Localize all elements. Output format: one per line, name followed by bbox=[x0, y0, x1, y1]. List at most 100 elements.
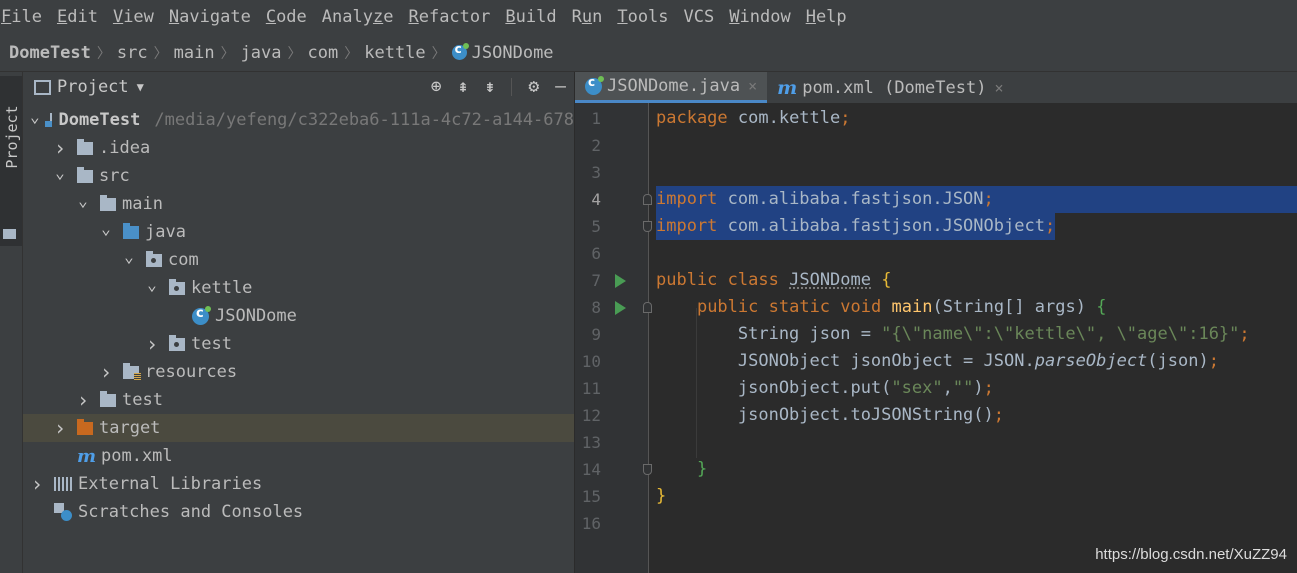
project-tool-tab-label: Project bbox=[3, 105, 21, 169]
fold-icon[interactable] bbox=[643, 221, 652, 232]
hide-icon[interactable]: — bbox=[555, 76, 566, 97]
run-icon[interactable] bbox=[615, 301, 626, 315]
code-text[interactable]: jsonObject.put("sex",""); bbox=[656, 375, 994, 402]
code-line: 12 jsonObject.toJSONString(); bbox=[575, 402, 1297, 429]
project-tool-tab[interactable]: Project bbox=[0, 76, 22, 246]
editor-tab-jsondome-java[interactable]: JSONDome.java × bbox=[575, 72, 768, 103]
menu-navigate[interactable]: Navigate bbox=[169, 7, 251, 27]
chevron-right-icon: 〉 bbox=[96, 45, 111, 62]
close-icon[interactable]: × bbox=[748, 77, 757, 95]
menu-edit[interactable]: Edit bbox=[57, 7, 98, 27]
collapse-all-icon[interactable]: ⇟ bbox=[484, 76, 495, 97]
chevron-down-icon[interactable]: ⌄ bbox=[122, 247, 136, 266]
tree-item-scratches-and-consoles[interactable]: ·Scratches and Consoles bbox=[23, 498, 574, 526]
tree-item-java[interactable]: ⌄ java bbox=[23, 218, 574, 246]
gear-icon[interactable]: ⚙ bbox=[528, 76, 539, 97]
breadcrumb-label: src bbox=[116, 42, 148, 63]
code-text[interactable]: package com.kettle; bbox=[656, 105, 851, 132]
breadcrumb-item[interactable]: JSONDome bbox=[451, 42, 554, 63]
code-text[interactable]: String json = "{\"name\":\"kettle\", \"a… bbox=[656, 321, 1250, 348]
fold-icon[interactable] bbox=[643, 464, 652, 475]
menu-window[interactable]: Window bbox=[729, 7, 790, 27]
tree-item-label: test bbox=[122, 390, 163, 410]
tree-item-kettle[interactable]: ⌄ kettle bbox=[23, 274, 574, 302]
menu-help[interactable]: Help bbox=[806, 7, 847, 27]
breadcrumb-item[interactable]: DomeTest bbox=[9, 43, 91, 63]
code-line: 4 import com.alibaba.fastjson.JSON; bbox=[575, 186, 1297, 213]
code-text[interactable]: } bbox=[656, 483, 666, 510]
menu-file[interactable]: File bbox=[1, 7, 42, 27]
badge-dot bbox=[462, 42, 469, 49]
menu-build[interactable]: Build bbox=[505, 7, 556, 27]
tree-item-main[interactable]: ⌄ main bbox=[23, 190, 574, 218]
code-text[interactable]: jsonObject.toJSONString(); bbox=[656, 402, 1004, 429]
code-text[interactable]: JSONObject jsonObject = JSON.parseObject… bbox=[656, 348, 1219, 375]
fold-icon[interactable] bbox=[643, 302, 652, 313]
tree-item-target[interactable]: › target bbox=[23, 414, 574, 442]
tree-item-test[interactable]: › test bbox=[23, 386, 574, 414]
breadcrumb-label: JSONDome bbox=[471, 42, 554, 63]
chevron-down-icon[interactable]: ⌄ bbox=[99, 219, 113, 238]
chevron-right-icon[interactable]: › bbox=[76, 388, 90, 412]
run-icon[interactable] bbox=[615, 274, 626, 288]
code-text[interactable]: import com.alibaba.fastjson.JSON; bbox=[656, 186, 1297, 213]
chevron-right-icon[interactable]: › bbox=[99, 360, 113, 384]
tree-item-external-libraries[interactable]: › External Libraries bbox=[23, 470, 574, 498]
code-editor[interactable]: https://blog.csdn.net/XuZZ94 1 package co… bbox=[575, 103, 1297, 573]
tree-item-label: pom.xml bbox=[101, 446, 173, 466]
breadcrumb-item[interactable]: java bbox=[241, 43, 282, 63]
tree-item-label: main bbox=[122, 194, 163, 214]
tree-item-jsondome[interactable]: ·JSONDome bbox=[23, 302, 574, 330]
source-folder-icon bbox=[123, 222, 139, 239]
class-icon bbox=[192, 305, 211, 325]
tree-item-src[interactable]: ⌄ src bbox=[23, 162, 574, 190]
chevron-down-icon[interactable]: ⌄ bbox=[145, 275, 159, 294]
tree-item-label: kettle bbox=[191, 278, 253, 298]
tree-item-pom-xml[interactable]: ·mpom.xml bbox=[23, 442, 574, 470]
code-text[interactable]: } bbox=[656, 456, 707, 483]
line-number: 3 bbox=[591, 163, 601, 182]
tree-item-label: DomeTest bbox=[58, 110, 141, 130]
expand-all-icon[interactable]: ⇞ bbox=[458, 76, 469, 97]
chevron-right-icon[interactable]: › bbox=[30, 472, 44, 496]
breadcrumb-item[interactable]: src bbox=[117, 43, 148, 63]
code-line: 9 String json = "{\"name\":\"kettle\", \… bbox=[575, 321, 1297, 348]
libraries-icon bbox=[54, 477, 72, 491]
menu-refactor[interactable]: Refactor bbox=[408, 7, 490, 27]
menu-run[interactable]: Run bbox=[572, 7, 603, 27]
menu-tools[interactable]: Tools bbox=[617, 7, 668, 27]
chevron-right-icon[interactable]: › bbox=[53, 416, 67, 440]
code-text[interactable]: public class JSONDome { bbox=[656, 267, 892, 294]
fold-icon[interactable] bbox=[643, 194, 652, 205]
project-panel-title[interactable]: Project bbox=[57, 77, 129, 97]
chevron-down-icon[interactable]: ⌄ bbox=[53, 163, 67, 182]
chevron-right-icon[interactable]: › bbox=[145, 332, 159, 356]
menu-vcs[interactable]: VCS bbox=[684, 7, 715, 27]
caret-down-icon[interactable]: ▼ bbox=[137, 80, 144, 94]
code-text[interactable]: public static void main(String[] args) { bbox=[656, 294, 1107, 321]
editor-tab-pom-xml-dometest-[interactable]: m pom.xml (DomeTest) × bbox=[767, 72, 1013, 103]
line-number: 12 bbox=[581, 406, 601, 425]
chevron-down-icon[interactable]: ⌄ bbox=[30, 107, 40, 126]
tree-item--idea[interactable]: › .idea bbox=[23, 134, 574, 162]
tree-item-dometest[interactable]: ⌄ DomeTest/media/yefeng/c322eba6-111a-4c7… bbox=[23, 106, 574, 134]
chevron-down-icon[interactable]: ⌄ bbox=[76, 191, 90, 210]
chevron-right-icon[interactable]: › bbox=[53, 136, 67, 160]
menu-analyze[interactable]: Analyze bbox=[322, 7, 394, 27]
tree-item-com[interactable]: ⌄ com bbox=[23, 246, 574, 274]
locate-icon[interactable]: ⊕ bbox=[431, 76, 442, 97]
tree-item-label: External Libraries bbox=[78, 474, 263, 494]
breadcrumb-item[interactable]: main bbox=[174, 43, 215, 63]
code-text[interactable]: import com.alibaba.fastjson.JSONObject; bbox=[656, 213, 1056, 240]
tree-item-resources[interactable]: › resources bbox=[23, 358, 574, 386]
chevron-right-icon: 〉 bbox=[220, 45, 235, 62]
close-icon[interactable]: × bbox=[994, 79, 1003, 97]
tree-item-test[interactable]: › test bbox=[23, 330, 574, 358]
menu-code[interactable]: Code bbox=[266, 7, 307, 27]
menu-view[interactable]: View bbox=[113, 7, 154, 27]
line-number: 6 bbox=[591, 244, 601, 263]
breadcrumb-item[interactable]: com bbox=[308, 43, 339, 63]
editor-tab-bar: JSONDome.java × mpom.xml (DomeTest) × bbox=[575, 72, 1297, 103]
tree-item-label: .idea bbox=[99, 138, 151, 158]
breadcrumb-item[interactable]: kettle bbox=[364, 43, 425, 63]
